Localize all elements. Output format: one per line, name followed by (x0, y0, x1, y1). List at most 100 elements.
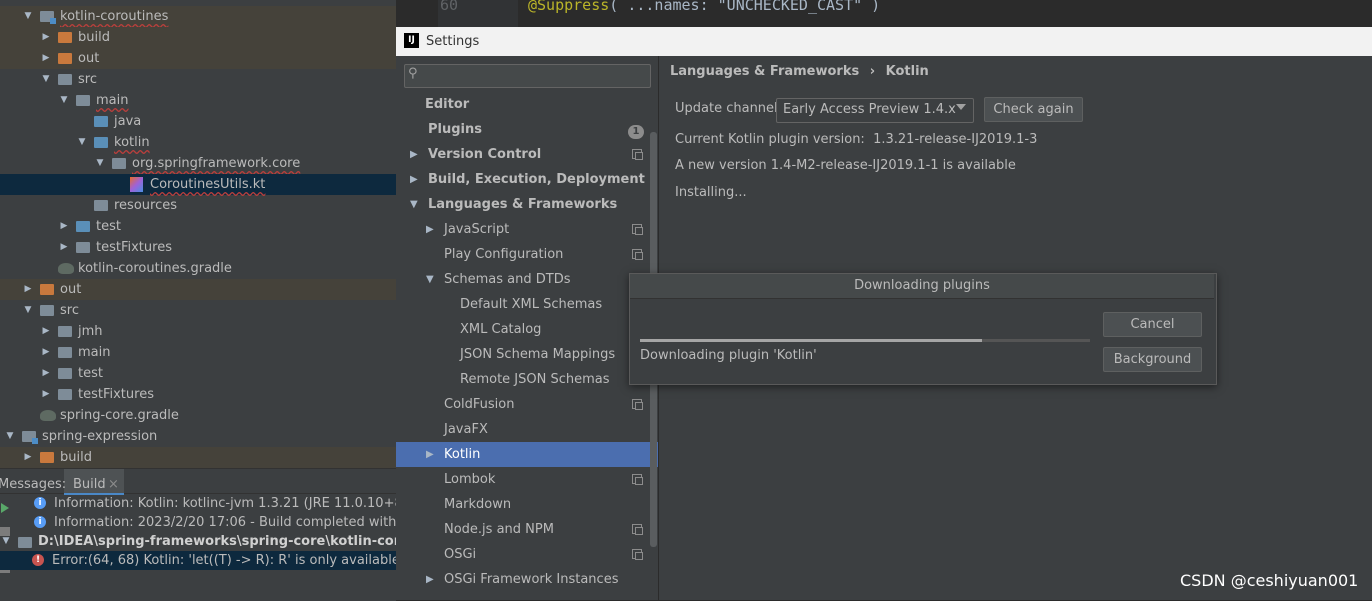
settings-item[interactable]: ▶ Version Control (396, 142, 658, 167)
check-again-button[interactable]: Check again (984, 97, 1083, 122)
chevron-right-icon[interactable]: ▶ (22, 279, 34, 300)
tree-item[interactable]: resources (0, 195, 396, 216)
tree-item[interactable]: ▶ build (0, 447, 396, 468)
settings-item[interactable]: JSON Schema Mappings (396, 342, 658, 367)
settings-item[interactable]: Remote JSON Schemas (396, 367, 658, 392)
source-folder-icon (76, 221, 90, 232)
tree-item-label: build (78, 30, 110, 45)
tree-item[interactable]: ▼ spring-expression (0, 426, 396, 447)
tree-item[interactable]: CoroutinesUtils.kt (0, 174, 396, 195)
settings-item-label: Markdown (444, 497, 512, 512)
tree-item[interactable]: java (0, 111, 396, 132)
tree-item[interactable]: ▶ main (0, 342, 396, 363)
tree-item[interactable]: ▼ src (0, 69, 396, 90)
chevron-right-icon[interactable]: ▶ (40, 342, 52, 363)
tree-item-label: src (60, 303, 79, 318)
tree-item-label: kotlin (114, 135, 150, 150)
chevron-down-icon[interactable]: ▼ (58, 90, 70, 111)
settings-item[interactable]: OSGi (396, 542, 658, 567)
chevron-down-icon[interactable]: ▼ (76, 132, 88, 153)
chevron-down-icon[interactable]: ▼ (0, 532, 12, 551)
chevron-right-icon[interactable]: ▶ (40, 321, 52, 342)
excluded-folder-icon (40, 284, 54, 295)
chevron-right-icon[interactable]: ▶ (410, 142, 418, 167)
settings-item[interactable]: Lombok (396, 467, 658, 492)
info-icon: i (34, 516, 46, 528)
tree-item[interactable]: ▼ kotlin-coroutines (0, 6, 396, 27)
tree-item[interactable]: ▼ kotlin (0, 132, 396, 153)
chevron-right-icon[interactable]: ▶ (426, 217, 434, 242)
folder-icon (94, 200, 108, 211)
settings-item[interactable]: JavaFX (396, 417, 658, 442)
chevron-down-icon[interactable]: ▼ (22, 6, 34, 27)
background-button[interactable]: Background (1103, 347, 1202, 372)
settings-item[interactable]: Plugins (396, 117, 658, 142)
settings-item[interactable]: ▼ Languages & Frameworks (396, 192, 658, 217)
settings-item[interactable]: Play Configuration (396, 242, 658, 267)
settings-item[interactable]: ColdFusion (396, 392, 658, 417)
settings-item-label: ColdFusion (444, 397, 515, 412)
settings-search-input[interactable] (404, 64, 651, 88)
settings-item[interactable]: Node.js and NPM (396, 517, 658, 542)
tree-item[interactable]: ▶ test (0, 363, 396, 384)
project-level-icon (632, 399, 643, 410)
settings-item[interactable]: Default XML Schemas (396, 292, 658, 317)
gradle-icon (40, 410, 56, 421)
breadcrumb-separator: › (869, 64, 876, 79)
tree-item-label: main (78, 345, 111, 360)
tree-item[interactable]: ▶ test (0, 216, 396, 237)
chevron-right-icon[interactable]: ▶ (58, 216, 70, 237)
gradle-icon (58, 263, 74, 274)
tree-item[interactable]: ▶ jmh (0, 321, 396, 342)
settings-item-label: Schemas and DTDs (444, 272, 571, 287)
tree-item[interactable]: kotlin-coroutines.gradle (0, 258, 396, 279)
tree-item-label: testFixtures (78, 387, 154, 402)
breadcrumb-parent: Languages & Frameworks (670, 64, 860, 79)
chevron-right-icon[interactable]: ▶ (40, 363, 52, 384)
folder-icon (58, 347, 72, 358)
tree-item[interactable]: spring-core.gradle (0, 405, 396, 426)
tree-item[interactable]: ▶ build (0, 27, 396, 48)
tree-item[interactable]: ▶ testFixtures (0, 384, 396, 405)
message-row[interactable]: i Information: 2023/2/20 17:06 - Build co… (0, 513, 396, 532)
chevron-down-icon[interactable]: ▼ (4, 426, 16, 447)
chevron-right-icon[interactable]: ▶ (22, 447, 34, 468)
settings-item[interactable]: ▶ Build, Execution, Deployment (396, 167, 658, 192)
download-progress-bar (640, 339, 982, 342)
settings-item[interactable]: ▼ Schemas and DTDs (396, 267, 658, 292)
chevron-right-icon[interactable]: ▶ (410, 167, 418, 192)
tree-item[interactable]: ▼ main (0, 90, 396, 111)
chevron-right-icon[interactable]: ▶ (426, 442, 434, 467)
settings-item-label: OSGi (444, 547, 477, 562)
tree-item[interactable]: ▶ testFixtures (0, 237, 396, 258)
tree-item[interactable]: ▼ src (0, 300, 396, 321)
settings-item[interactable]: ▶ JavaScript (396, 217, 658, 242)
tree-item-label: kotlin-coroutines (60, 9, 169, 24)
chevron-right-icon[interactable]: ▶ (40, 27, 52, 48)
chevron-down-icon[interactable]: ▼ (426, 267, 434, 292)
settings-item[interactable]: ▶ Kotlin (396, 442, 658, 467)
tree-item[interactable]: ▶ out (0, 279, 396, 300)
chevron-right-icon[interactable]: ▶ (40, 384, 52, 405)
settings-item-label: JavaFX (444, 422, 488, 437)
cancel-button[interactable]: Cancel (1103, 312, 1202, 337)
settings-item-label: Languages & Frameworks (428, 197, 618, 212)
settings-item[interactable]: Markdown (396, 492, 658, 517)
chevron-down-icon[interactable]: ▼ (22, 300, 34, 321)
settings-item[interactable]: ▶ OSGi Framework Instances (396, 567, 658, 592)
message-row[interactable]: ▼ D:\IDEA\spring-frameworks\spring-core\k… (0, 532, 396, 551)
tree-item[interactable]: ▼ org.springframework.core (0, 153, 396, 174)
chevron-down-icon[interactable]: ▼ (40, 69, 52, 90)
message-row[interactable]: i Information: Kotlin: kotlinc-jvm 1.3.21… (0, 494, 396, 513)
watermark: CSDN @ceshiyuan001 (1180, 571, 1359, 590)
chevron-down-icon[interactable]: ▼ (410, 192, 418, 217)
chevron-right-icon[interactable]: ▶ (426, 567, 434, 592)
settings-item[interactable]: XML Catalog (396, 317, 658, 342)
settings-item[interactable]: Editor (396, 92, 658, 117)
chevron-right-icon[interactable]: ▶ (58, 237, 70, 258)
tree-item[interactable]: ▶ out (0, 48, 396, 69)
message-row[interactable]: ! Error:(64, 68) Kotlin: 'let((T) -> R): … (0, 551, 396, 570)
update-channel-select[interactable]: Early Access Preview 1.4.x (776, 98, 974, 123)
chevron-down-icon[interactable]: ▼ (94, 153, 106, 174)
chevron-right-icon[interactable]: ▶ (40, 48, 52, 69)
